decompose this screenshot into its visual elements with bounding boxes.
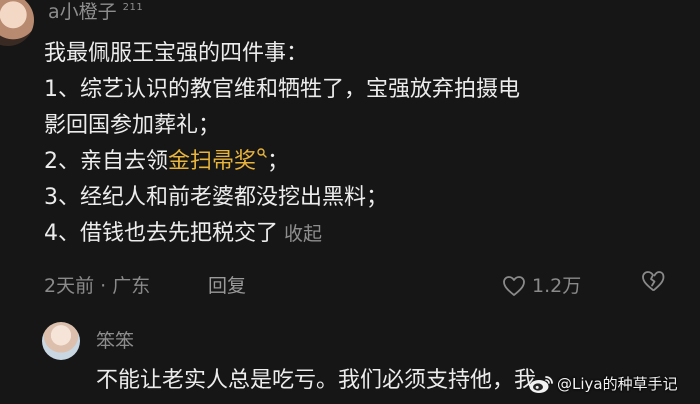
heart-icon (503, 276, 525, 296)
comment-line-with-link: 2、亲自去领金扫帚奖 ； (44, 144, 684, 180)
dislike-button[interactable] (640, 270, 666, 292)
broken-heart-icon (642, 271, 665, 291)
comment-line: 我最佩服王宝强的四件事： (44, 41, 309, 66)
user-level-badge: 211 (122, 2, 144, 13)
keyword-text: 金扫帚奖 (168, 149, 257, 174)
reply-avatar[interactable] (42, 322, 80, 360)
timestamp-location: 2天前 · 广东 (44, 275, 151, 297)
comment-line: 1、综艺认识的教官维和牺牲了，宝强放弃拍摄电 (44, 77, 520, 102)
comment-line: 影回国参加葬礼； (44, 113, 221, 138)
commenter-username[interactable]: a小橙子 (48, 0, 117, 24)
weibo-logo-icon (529, 375, 553, 393)
reply-text: 不能让老实人总是吃亏。我们必须支持他，我 (96, 368, 537, 393)
search-keyword-link[interactable]: 金扫帚奖 (168, 148, 267, 174)
comment-text: 4、借钱也去先把税交了 (44, 221, 278, 246)
comment-body: 我最佩服王宝强的四件事： 1、综艺认识的教官维和牺牲了，宝强放弃拍摄电 影回国参… (44, 36, 684, 252)
comment-meta: 2天前 · 广东 回复 1.2万 (44, 270, 680, 302)
like-button[interactable]: 1.2万 (502, 270, 581, 302)
reply-username[interactable]: 笨笨 (96, 326, 134, 353)
comment-line: 3、经纪人和前老婆都没挖出黑料； (44, 185, 388, 210)
reply-button[interactable]: 回复 (208, 270, 246, 302)
commenter-avatar[interactable] (0, 0, 34, 46)
comment-text: ； (267, 149, 290, 174)
search-icon (257, 148, 267, 158)
comment-header: a小橙子 211 (48, 0, 143, 24)
collapse-button[interactable]: 收起 (284, 223, 322, 245)
like-count: 1.2万 (532, 275, 582, 297)
watermark: @Liya的种草手记 (528, 373, 678, 394)
comment-line-last: 4、借钱也去先把税交了 收起 (44, 216, 684, 252)
comment-text: 2、亲自去领 (44, 149, 168, 174)
watermark-text: @Liya的种草手记 (557, 375, 678, 393)
